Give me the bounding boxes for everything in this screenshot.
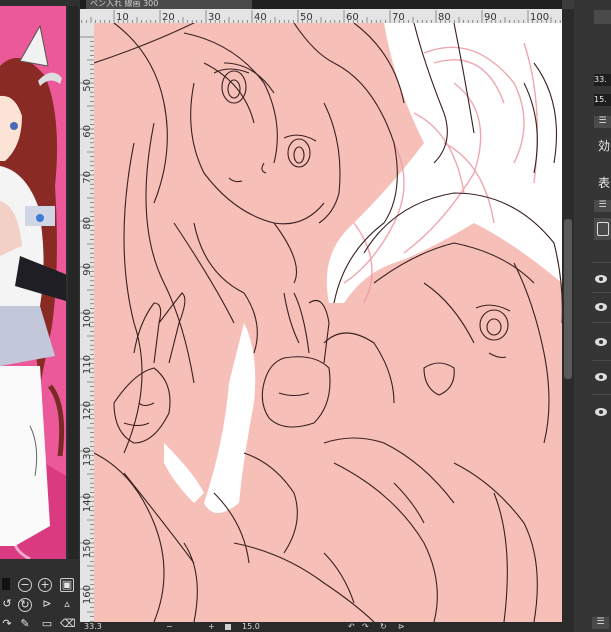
ruler-top-tick-label: 10 xyxy=(116,12,129,23)
warning-icon[interactable]: ▵ xyxy=(60,598,74,612)
canvas-vertical-scrollbar[interactable] xyxy=(562,9,574,622)
reference-image[interactable] xyxy=(0,6,66,559)
ruler-left-tick-label: 150 xyxy=(82,539,93,558)
ruler-top-tick-label: 40 xyxy=(254,12,267,23)
drawing-canvas[interactable] xyxy=(94,23,562,622)
navigator-panel: − + ▣ ↺ ↻ ⊳ ▵ ↷ ✎ ▭ ⌫ xyxy=(0,0,80,632)
zoom-in-icon[interactable]: + xyxy=(208,622,215,632)
navigator-toolbar: − + ▣ ↺ ↻ ⊳ ▵ ↷ ✎ ▭ ⌫ xyxy=(0,574,80,632)
ruler-top: 10 20 30 40 50 60 70 80 90 100 xyxy=(80,9,562,23)
property-field[interactable]: 33. xyxy=(594,74,611,86)
ruler-left-tick-label: 110 xyxy=(82,355,93,374)
status-bar: 33.3 − + 15.0 ↶ ↷ ↻ ⊳ xyxy=(80,622,574,632)
ruler-top-tick-label: 90 xyxy=(484,12,497,23)
ruler-left-tick-label: 100 xyxy=(82,309,93,328)
eye-icon[interactable] xyxy=(592,403,610,421)
ruler-top-tick-label: 30 xyxy=(208,12,221,23)
redo-icon[interactable]: ↷ xyxy=(362,622,369,632)
rotate-left-icon[interactable]: ↺ xyxy=(0,598,14,612)
fit-window-icon[interactable]: ▣ xyxy=(60,578,74,592)
ruler-left-tick-label: 70 xyxy=(82,171,93,184)
move-icon[interactable]: ↷ xyxy=(0,618,14,632)
trash-icon[interactable]: ⌫ xyxy=(60,618,76,632)
ruler-left: 5060708090100110120130140150160170 xyxy=(80,23,94,622)
undo-icon[interactable]: ↶ xyxy=(348,622,355,632)
ruler-top-tick-label: 80 xyxy=(438,12,451,23)
ruler-top-tick-label: 70 xyxy=(392,12,405,23)
ruler-top-tick-label: 50 xyxy=(300,12,313,23)
panel-header xyxy=(594,10,611,24)
zoom-value[interactable]: 33.3 xyxy=(84,622,102,632)
layer-menu-icon[interactable]: ☰ xyxy=(594,200,611,212)
flip-icon[interactable]: ⊳ xyxy=(40,598,54,612)
nav-color-swatch[interactable] xyxy=(2,578,10,590)
ruler-left-tick-label: 60 xyxy=(82,125,93,138)
reset-rotation-icon[interactable]: ↻ xyxy=(380,622,387,632)
rotate-icon[interactable]: ↻ xyxy=(18,598,32,612)
ruler-top-tick-label: 60 xyxy=(346,12,359,23)
ruler-left-tick-label: 90 xyxy=(82,263,93,276)
navigator-scrollbar[interactable] xyxy=(68,6,78,559)
ruler-top-tick-label: 20 xyxy=(162,12,175,23)
property-field[interactable]: 15. xyxy=(594,94,611,106)
ruler-top-tick-label: 100 xyxy=(530,12,549,23)
panel-bottom-menu-icon[interactable]: ☰ xyxy=(592,617,609,629)
ruler-left-tick-label: 140 xyxy=(82,493,93,512)
ruler-left-tick-label: 160 xyxy=(82,585,93,604)
eye-icon[interactable] xyxy=(592,368,610,386)
eye-icon[interactable] xyxy=(592,270,610,288)
zoom-in-icon[interactable]: + xyxy=(38,578,52,592)
rotation-value[interactable]: 15.0 xyxy=(242,622,260,632)
ruler-left-tick-label: 130 xyxy=(82,447,93,466)
eye-icon[interactable] xyxy=(592,298,610,316)
eye-icon[interactable] xyxy=(592,333,610,351)
zoom-out-icon[interactable]: − xyxy=(166,622,173,632)
layer-tool-button[interactable] xyxy=(594,218,611,240)
ruler-left-tick-label: 80 xyxy=(82,217,93,230)
document-tab-strip: ペン入れ 線画 300 xyxy=(80,0,562,9)
ruler-left-tick-label: 50 xyxy=(82,79,93,92)
display-label: 表 xyxy=(598,176,611,190)
zoom-slider[interactable] xyxy=(225,624,231,630)
new-layer-icon xyxy=(597,222,609,236)
scrollbar-thumb[interactable] xyxy=(564,219,572,379)
edit-icon[interactable]: ✎ xyxy=(18,618,32,632)
ruler-left-tick-label: 120 xyxy=(82,401,93,420)
document-tab[interactable]: ペン入れ 線画 300 xyxy=(86,0,252,9)
right-panel: 33. 15. ☰ 効 表 ☰ ☰ xyxy=(574,0,611,632)
flip-icon[interactable]: ⊳ xyxy=(398,622,405,632)
folder-icon[interactable]: ▭ xyxy=(40,618,54,632)
panel-menu-icon[interactable]: ☰ xyxy=(594,116,611,128)
zoom-out-icon[interactable]: − xyxy=(18,578,32,592)
effect-label: 効 xyxy=(598,139,611,153)
